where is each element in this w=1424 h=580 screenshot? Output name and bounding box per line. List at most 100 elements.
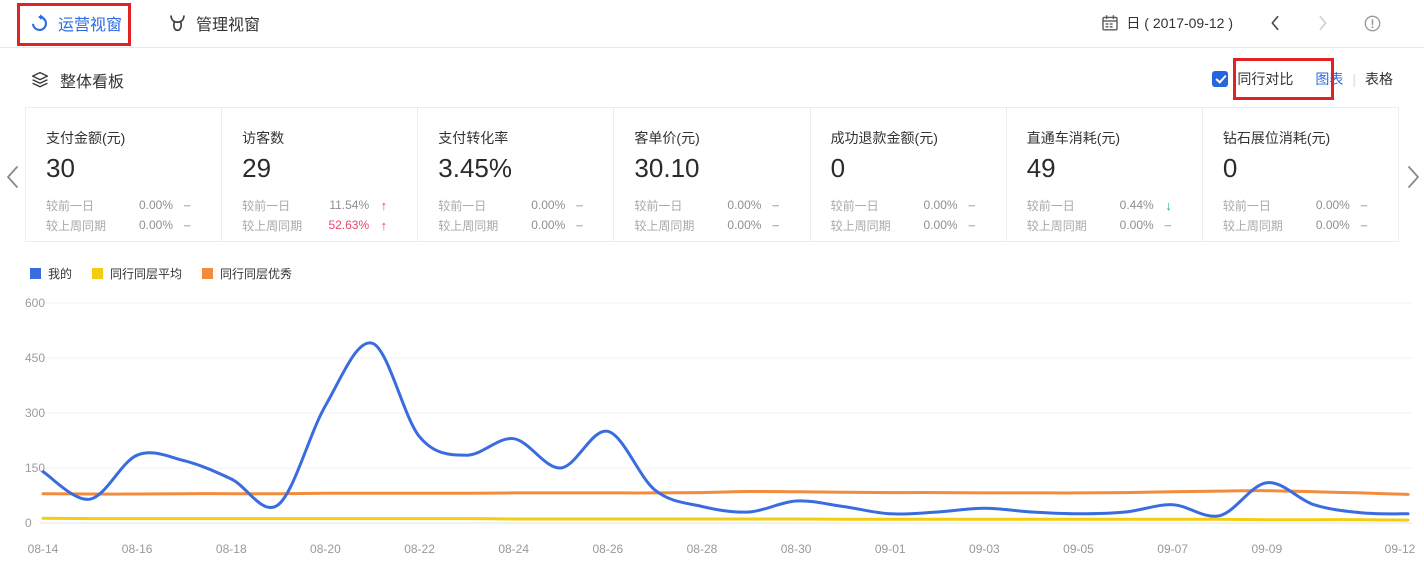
x-axis-label: 09-09 xyxy=(1251,542,1282,556)
metric-card-changes: 较前一日0.00%−较上周同期0.00%− xyxy=(634,195,779,235)
change-label: 较前一日 xyxy=(634,197,727,214)
legend-item[interactable]: 我的 xyxy=(30,265,72,282)
metric-change-row: 较前一日0.00%− xyxy=(1223,195,1368,215)
change-label: 较上周同期 xyxy=(634,217,727,234)
topbar: 运营视窗 管理视窗 xyxy=(0,0,1424,48)
tab-operations-label: 运营视窗 xyxy=(58,11,122,35)
metric-card-value: 30.10 xyxy=(634,153,809,184)
metric-card[interactable]: 直通车消耗(元)49较前一日0.44%↓较上周同期0.00%− xyxy=(1007,108,1203,241)
x-axis-label: 08-26 xyxy=(592,542,623,556)
metric-card-value: 0 xyxy=(831,153,1006,184)
series-line-peer-average xyxy=(43,518,1408,520)
change-label: 较上周同期 xyxy=(242,217,328,234)
trend-flat-icon: − xyxy=(565,198,583,213)
metric-card-changes: 较前一日0.00%−较上周同期0.00%− xyxy=(1223,195,1368,235)
change-value: 0.00% xyxy=(924,198,958,212)
board-title: 整体看板 xyxy=(30,68,124,92)
management-view-icon xyxy=(168,14,187,33)
board-title-label: 整体看板 xyxy=(60,68,124,92)
tab-management-view[interactable]: 管理视窗 xyxy=(168,0,260,46)
metric-card[interactable]: 钻石展位消耗(元) 0 较前一日0.00%−较上周同期0.00%− xyxy=(1203,108,1398,241)
trend-flat-icon: − xyxy=(958,218,976,233)
date-range-label: 日 ( 2017-09-12 ) xyxy=(1126,13,1233,33)
metric-card[interactable]: 访客数29较前一日11.54%↑较上周同期52.63%↑ xyxy=(222,108,418,241)
metric-change-row: 较前一日0.00%− xyxy=(634,195,779,215)
change-label: 较上周同期 xyxy=(831,217,924,234)
metric-card[interactable]: 支付金额(元)30较前一日0.00%−较上周同期0.00%− xyxy=(26,108,222,241)
trend-down-icon: ↓ xyxy=(1154,198,1172,213)
trend-flat-icon: − xyxy=(1350,198,1368,213)
tab-management-label: 管理视窗 xyxy=(196,11,260,35)
info-icon[interactable] xyxy=(1363,14,1382,33)
change-value: 52.63% xyxy=(328,218,369,232)
metric-card-value: 29 xyxy=(242,153,417,184)
metric-card-changes: 较前一日0.00%− 较上周同期0.00%− xyxy=(831,195,976,235)
change-label: 较上周同期 xyxy=(438,217,531,234)
prev-date-button[interactable] xyxy=(1267,14,1283,32)
metric-change-row: 较前一日0.00%− xyxy=(46,195,191,215)
calendar-icon xyxy=(1101,14,1119,32)
metric-card-title: 客单价(元) xyxy=(634,128,809,148)
metric-card-changes: 较前一日0.00%−较上周同期0.00%− xyxy=(46,195,191,235)
metric-change-row: 较上周同期0.00%− xyxy=(46,215,191,235)
trend-flat-icon: − xyxy=(173,198,191,213)
cards-prev-icon[interactable] xyxy=(4,164,20,195)
legend-item[interactable]: 同行同层平均 xyxy=(92,265,182,282)
x-axis-label: 09-12 xyxy=(1385,542,1416,556)
change-label: 较前一日 xyxy=(1027,197,1120,214)
tab-operations-view[interactable]: 运营视窗 xyxy=(30,0,122,46)
y-axis-label: 450 xyxy=(25,351,45,365)
x-axis-label: 08-16 xyxy=(122,542,153,556)
metric-card[interactable]: 客单价(元)30.10较前一日0.00%−较上周同期0.00%− xyxy=(614,108,810,241)
metric-card-changes: 较前一日0.44%↓较上周同期0.00%− xyxy=(1027,195,1172,235)
metric-change-row: 较上周同期0.00%− xyxy=(634,215,779,235)
metric-card-value: 30 xyxy=(46,153,221,184)
metric-change-row: 较前一日0.00%− xyxy=(831,195,976,215)
metric-change-row: 较前一日11.54%↑ xyxy=(242,195,387,215)
board-controls: 同行对比 图表 | 表格 xyxy=(1212,69,1393,89)
change-value: 0.00% xyxy=(1316,218,1350,232)
chart-canvas: 015030045060008-1408-1608-1808-2008-2208… xyxy=(0,292,1424,575)
change-value: 0.00% xyxy=(727,218,761,232)
metric-card-value: 0 xyxy=(1223,153,1398,184)
y-axis-label: 600 xyxy=(25,296,45,310)
legend-item[interactable]: 同行同层优秀 xyxy=(202,265,292,282)
trend-flat-icon: − xyxy=(958,198,976,213)
change-label: 较前一日 xyxy=(831,197,924,214)
metric-card[interactable]: 支付转化率 3.45% 较前一日0.00%− 较上周同期0.00%− xyxy=(418,108,614,241)
y-axis-label: 0 xyxy=(25,516,32,530)
metric-card-title: 成功退款金额(元) xyxy=(831,128,1006,148)
change-value: 11.54% xyxy=(329,198,369,212)
legend-label: 同行同层优秀 xyxy=(220,265,292,282)
change-label: 较上周同期 xyxy=(1027,217,1120,234)
layers-icon xyxy=(30,70,50,90)
legend-swatch xyxy=(202,268,213,279)
metric-card-value: 3.45% xyxy=(438,153,613,184)
peer-compare-checkbox[interactable] xyxy=(1212,71,1228,87)
trend-flat-icon: − xyxy=(1154,218,1172,233)
metric-change-row: 较上周同期52.63%↑ xyxy=(242,215,387,235)
view-toggle-chart[interactable]: 图表 xyxy=(1315,69,1343,89)
metric-card-title: 支付转化率 xyxy=(438,128,613,148)
change-label: 较上周同期 xyxy=(46,217,139,234)
next-date-button[interactable] xyxy=(1315,14,1331,32)
metric-card[interactable]: 成功退款金额(元) 0 较前一日0.00%− 较上周同期0.00%− xyxy=(811,108,1007,241)
metric-card-value: 49 xyxy=(1027,153,1202,184)
metric-change-row: 较前一日0.00%− xyxy=(438,195,583,215)
change-value: 0.00% xyxy=(1316,198,1350,212)
cards-next-icon[interactable] xyxy=(1406,164,1422,195)
legend-label: 我的 xyxy=(48,265,72,282)
view-toggle-table[interactable]: 表格 xyxy=(1365,69,1393,89)
x-axis-label: 08-30 xyxy=(781,542,812,556)
metric-change-row: 较上周同期0.00%− xyxy=(1223,215,1368,235)
x-axis-label: 08-20 xyxy=(310,542,341,556)
metric-change-row: 较前一日0.44%↓ xyxy=(1027,195,1172,215)
trend-flat-icon: − xyxy=(565,218,583,233)
legend-label: 同行同层平均 xyxy=(110,265,182,282)
metric-card-changes: 较前一日0.00%− 较上周同期0.00%− xyxy=(438,195,583,235)
change-value: 0.00% xyxy=(531,218,565,232)
date-picker[interactable]: 日 ( 2017-09-12 ) xyxy=(1101,13,1233,33)
metric-card-title: 钻石展位消耗(元) xyxy=(1223,128,1398,148)
trend-up-icon: ↑ xyxy=(369,218,387,233)
trend-flat-icon: − xyxy=(761,198,779,213)
